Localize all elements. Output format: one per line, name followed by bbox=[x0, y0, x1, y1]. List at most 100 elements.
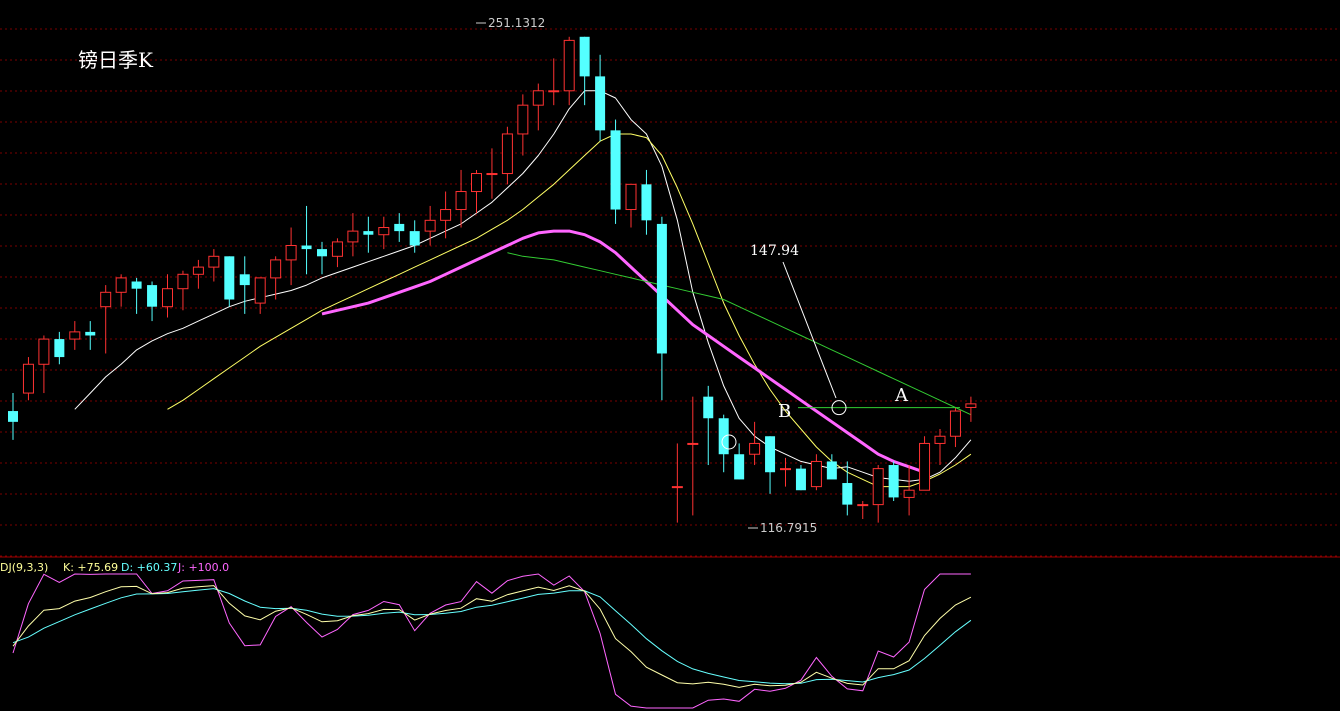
candle bbox=[965, 396, 977, 422]
candle-body bbox=[903, 489, 915, 498]
candle-body bbox=[131, 281, 142, 289]
candles bbox=[8, 36, 977, 523]
high-marker: 251.1312 bbox=[476, 16, 545, 30]
candle-body bbox=[394, 223, 405, 232]
candle bbox=[934, 429, 946, 466]
candle-body bbox=[424, 219, 436, 232]
candle-body bbox=[147, 285, 158, 307]
candle-body bbox=[563, 39, 575, 92]
candle bbox=[147, 281, 158, 322]
candle bbox=[409, 220, 420, 253]
candle bbox=[872, 465, 884, 523]
candle-body bbox=[177, 273, 189, 290]
candle-body bbox=[703, 396, 714, 419]
kdj-j-label: J: +100.0 bbox=[177, 561, 229, 574]
candle-body bbox=[625, 183, 637, 211]
label-a: A bbox=[894, 385, 909, 406]
candle bbox=[532, 83, 544, 131]
candle bbox=[656, 216, 667, 401]
candle-body bbox=[486, 173, 498, 176]
candle-body bbox=[22, 363, 34, 394]
candle bbox=[718, 414, 729, 473]
candle-body bbox=[641, 184, 652, 221]
candle bbox=[224, 256, 235, 307]
candle bbox=[888, 461, 899, 502]
candle-body bbox=[934, 435, 946, 444]
candle-body bbox=[532, 90, 544, 106]
candle bbox=[548, 58, 560, 106]
candle-body bbox=[749, 442, 761, 455]
candle-body bbox=[471, 173, 482, 193]
candle bbox=[8, 393, 18, 440]
candle bbox=[625, 183, 637, 228]
kdj-label: DJ(9,3,3) bbox=[0, 561, 48, 574]
chart-title: 镑日季K bbox=[78, 48, 154, 72]
candle-body bbox=[795, 468, 806, 491]
candle bbox=[563, 36, 575, 106]
candle bbox=[177, 270, 189, 311]
candle bbox=[949, 407, 961, 448]
candle-body bbox=[85, 331, 96, 336]
candle-body bbox=[656, 223, 667, 354]
candle bbox=[162, 274, 173, 318]
candle-body bbox=[270, 259, 282, 279]
candle-body bbox=[888, 465, 899, 498]
candle-body bbox=[501, 133, 513, 175]
candle-body bbox=[285, 245, 297, 261]
low-marker: 116.7915 bbox=[748, 521, 817, 535]
candle-body bbox=[54, 339, 65, 358]
candle-body bbox=[965, 403, 977, 408]
candle-body bbox=[455, 191, 467, 211]
label-b: B bbox=[778, 401, 791, 422]
kdj-k-label: K: +75.69 bbox=[63, 561, 118, 574]
candle bbox=[363, 216, 374, 253]
candle-body bbox=[331, 241, 343, 257]
candle-body bbox=[595, 76, 606, 131]
candle bbox=[54, 331, 65, 365]
candle bbox=[378, 216, 390, 250]
candle bbox=[317, 241, 327, 275]
candle-body bbox=[857, 504, 869, 507]
candle-body bbox=[409, 231, 420, 246]
candle-body bbox=[810, 460, 822, 488]
candle-body bbox=[610, 130, 621, 210]
candle bbox=[486, 148, 498, 199]
candle bbox=[440, 191, 452, 239]
candle-body bbox=[734, 454, 745, 480]
candle-body bbox=[208, 255, 220, 268]
candle-body bbox=[517, 104, 529, 135]
candle-body bbox=[842, 483, 853, 505]
candle-body bbox=[8, 411, 18, 422]
candle bbox=[780, 457, 791, 487]
kdj-k-line bbox=[12, 585, 972, 688]
candle bbox=[903, 465, 915, 516]
candle-body bbox=[224, 256, 235, 300]
candle-body bbox=[687, 442, 699, 445]
candle-body bbox=[548, 90, 560, 93]
candle bbox=[734, 443, 745, 480]
candle-body bbox=[115, 277, 127, 293]
candle bbox=[687, 396, 699, 516]
candle-body bbox=[826, 461, 837, 480]
candle-body bbox=[780, 468, 791, 471]
candle-body bbox=[301, 245, 312, 250]
candle-body bbox=[949, 410, 961, 437]
candle bbox=[919, 436, 931, 491]
kdj-indicator bbox=[12, 573, 972, 709]
candle bbox=[749, 421, 761, 466]
candle-body bbox=[38, 338, 50, 365]
candle bbox=[69, 321, 81, 350]
candle-body bbox=[671, 486, 683, 489]
candle-body bbox=[69, 331, 81, 340]
candle-body bbox=[192, 266, 204, 275]
candle bbox=[857, 501, 869, 520]
candle bbox=[192, 259, 204, 289]
high-label: 251.1312 bbox=[488, 16, 545, 30]
candle bbox=[517, 94, 529, 156]
candle bbox=[671, 443, 683, 523]
annotation-value: 147.94 bbox=[750, 243, 799, 259]
candle-body bbox=[317, 249, 327, 257]
candle-body bbox=[239, 274, 250, 286]
candle bbox=[394, 213, 405, 242]
kdj-d-label: D: +60.37 bbox=[121, 561, 177, 574]
